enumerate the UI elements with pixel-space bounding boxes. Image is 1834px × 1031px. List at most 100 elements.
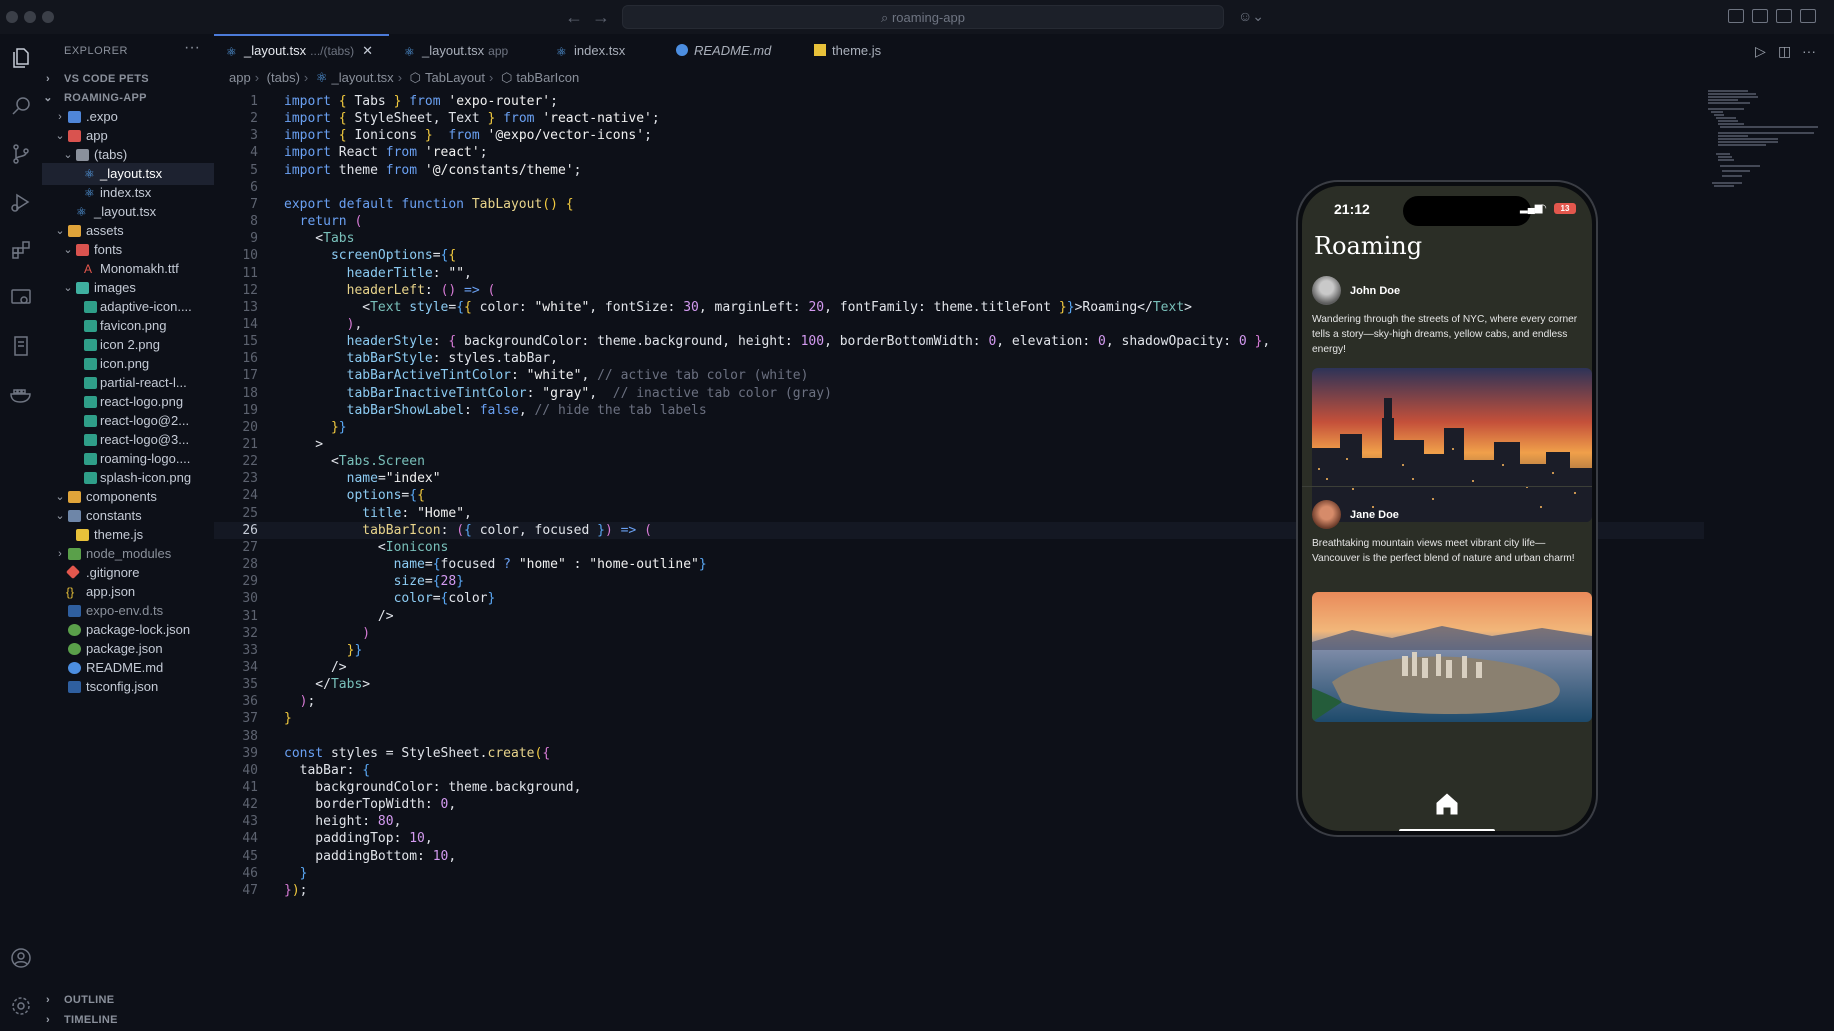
breadcrumb-item[interactable]: tabBarIcon (516, 70, 579, 85)
image-file-icon (84, 358, 97, 370)
tab-index[interactable]: ⚛ index.tsx (556, 34, 625, 68)
account-icon[interactable] (9, 946, 33, 970)
section-outline[interactable]: › OUTLINE (42, 989, 214, 1011)
ts-file-icon (68, 605, 81, 617)
image-file-icon (84, 320, 97, 332)
back-arrow-icon[interactable]: ← (565, 6, 583, 28)
source-control-icon[interactable] (9, 142, 33, 166)
more-actions-icon[interactable]: ··· (184, 39, 200, 57)
js-file-icon (76, 529, 89, 541)
docker-icon[interactable] (9, 382, 33, 406)
run-icon[interactable]: ▷ (1755, 43, 1766, 60)
react-icon: ⚛ (404, 45, 415, 59)
command-center-search[interactable]: ⌕ roaming-app (622, 5, 1224, 29)
folder-icon (68, 548, 81, 560)
explorer-sidebar: EXPLORER ··· › VS CODE PETS ⌄ ROAMING-AP… (42, 34, 214, 1031)
breadcrumb-item[interactable]: (tabs) (267, 70, 300, 85)
files-icon[interactable] (9, 46, 33, 70)
tsconfig-icon (68, 681, 81, 693)
folder-icon (68, 130, 81, 142)
image-file-icon (84, 396, 97, 408)
image-file-icon (84, 339, 97, 351)
folder-icon (68, 510, 81, 522)
minimap[interactable] (1708, 90, 1818, 190)
tab-theme[interactable]: theme.js (814, 34, 881, 68)
avatar[interactable] (1312, 276, 1341, 305)
breadcrumb-item[interactable]: app (229, 70, 251, 85)
home-icon[interactable] (1433, 790, 1461, 818)
wifi-icon: ◠ (1538, 203, 1547, 214)
folder-icon (68, 225, 81, 237)
breadcrumb: app › (tabs) › ⚛ _layout.tsx › ⬡ TabLayout › ⬡… (229, 70, 580, 85)
explorer-title: EXPLORER (64, 45, 128, 57)
react-icon: ⚛ (76, 205, 87, 219)
symbol-icon: ⬡ (500, 70, 513, 85)
testing-icon[interactable] (9, 334, 33, 358)
post-author[interactable]: John Doe (1350, 285, 1400, 297)
search-icon[interactable] (9, 94, 33, 118)
copilot-icon[interactable]: ☺⌄ (1238, 8, 1264, 25)
title-bar: ← → ⌕ roaming-app ☺⌄ (0, 0, 1834, 34)
activity-bar (0, 34, 42, 1031)
remote-explorer-icon[interactable] (9, 286, 33, 310)
post-image-nyc[interactable] (1312, 368, 1592, 522)
battery-icon: 13 (1554, 203, 1576, 214)
section-timeline[interactable]: › TIMELINE (42, 1009, 214, 1031)
more-actions-icon[interactable]: ··· (1802, 43, 1816, 59)
run-debug-icon[interactable] (9, 190, 33, 214)
info-icon (68, 662, 81, 674)
tab-layout-tabs[interactable]: ⚛ _layout.tsx .../(tabs) ✕ (214, 34, 389, 68)
json-icon: {} (66, 585, 75, 599)
status-time: 21:12 (1334, 201, 1370, 217)
npm-icon (68, 624, 81, 636)
post-card[interactable]: John Doe Wandering through the streets o… (1302, 276, 1592, 522)
folder-icon (76, 282, 89, 294)
js-file-icon (814, 44, 826, 56)
post-card[interactable]: Jane Doe Breathtaking mountain views mee… (1302, 500, 1592, 722)
folder-icon (68, 111, 81, 123)
close-tab-icon[interactable]: ✕ (362, 43, 373, 58)
image-file-icon (84, 301, 97, 313)
folder-icon (76, 244, 89, 256)
phone-screen: 21:12 ▂▄▆ ◠ 13 Roaming John Doe Wanderin… (1302, 186, 1592, 831)
phone-simulator: 21:12 ▂▄▆ ◠ 13 Roaming John Doe Wanderin… (1296, 180, 1598, 837)
breadcrumb-item[interactable]: _layout.tsx (332, 70, 394, 85)
close-window-button[interactable] (6, 11, 18, 23)
react-icon: ⚛ (556, 45, 567, 59)
toggle-sidebar-icon[interactable] (1752, 9, 1768, 23)
tree-item[interactable]: tsconfig.json (42, 676, 214, 698)
breadcrumb-item[interactable]: TabLayout (425, 70, 485, 85)
dynamic-island (1403, 196, 1531, 226)
avatar[interactable] (1312, 500, 1341, 529)
search-icon: ⌕ (881, 10, 892, 25)
chevron-right-icon: › (46, 994, 50, 1006)
git-icon (65, 564, 81, 580)
npm-icon (68, 643, 81, 655)
customize-layout-icon[interactable] (1728, 9, 1744, 23)
settings-icon[interactable] (9, 994, 33, 1018)
react-icon: ⚛ (315, 70, 328, 85)
split-editor-icon[interactable]: ◫ (1778, 43, 1791, 60)
toggle-panel-icon[interactable] (1776, 9, 1792, 23)
forward-arrow-icon[interactable]: → (592, 6, 610, 28)
toggle-secondary-sidebar-icon[interactable] (1800, 9, 1816, 23)
post-text: Wandering through the streets of NYC, wh… (1312, 314, 1578, 355)
post-author[interactable]: Jane Doe (1350, 509, 1399, 521)
tab-readme[interactable]: README.md (676, 34, 771, 68)
react-icon: ⚛ (226, 45, 237, 59)
tab-layout-app[interactable]: ⚛ _layout.tsx app (404, 34, 508, 68)
home-indicator[interactable] (1399, 829, 1495, 831)
extensions-icon[interactable] (9, 238, 33, 262)
maximize-window-button[interactable] (42, 11, 54, 23)
folder-icon (76, 149, 89, 161)
folder-icon (68, 491, 81, 503)
chevron-right-icon: › (46, 1014, 50, 1026)
image-file-icon (84, 434, 97, 446)
minimize-window-button[interactable] (24, 11, 36, 23)
react-icon: ⚛ (84, 186, 95, 200)
info-icon (676, 44, 688, 56)
post-divider (1302, 486, 1592, 487)
post-image-vancouver[interactable] (1312, 592, 1592, 722)
editor-tabs: ⚛ _layout.tsx .../(tabs) ✕ ⚛ _layout.tsx app … (214, 34, 1834, 68)
symbol-icon: ⬡ (409, 70, 422, 85)
